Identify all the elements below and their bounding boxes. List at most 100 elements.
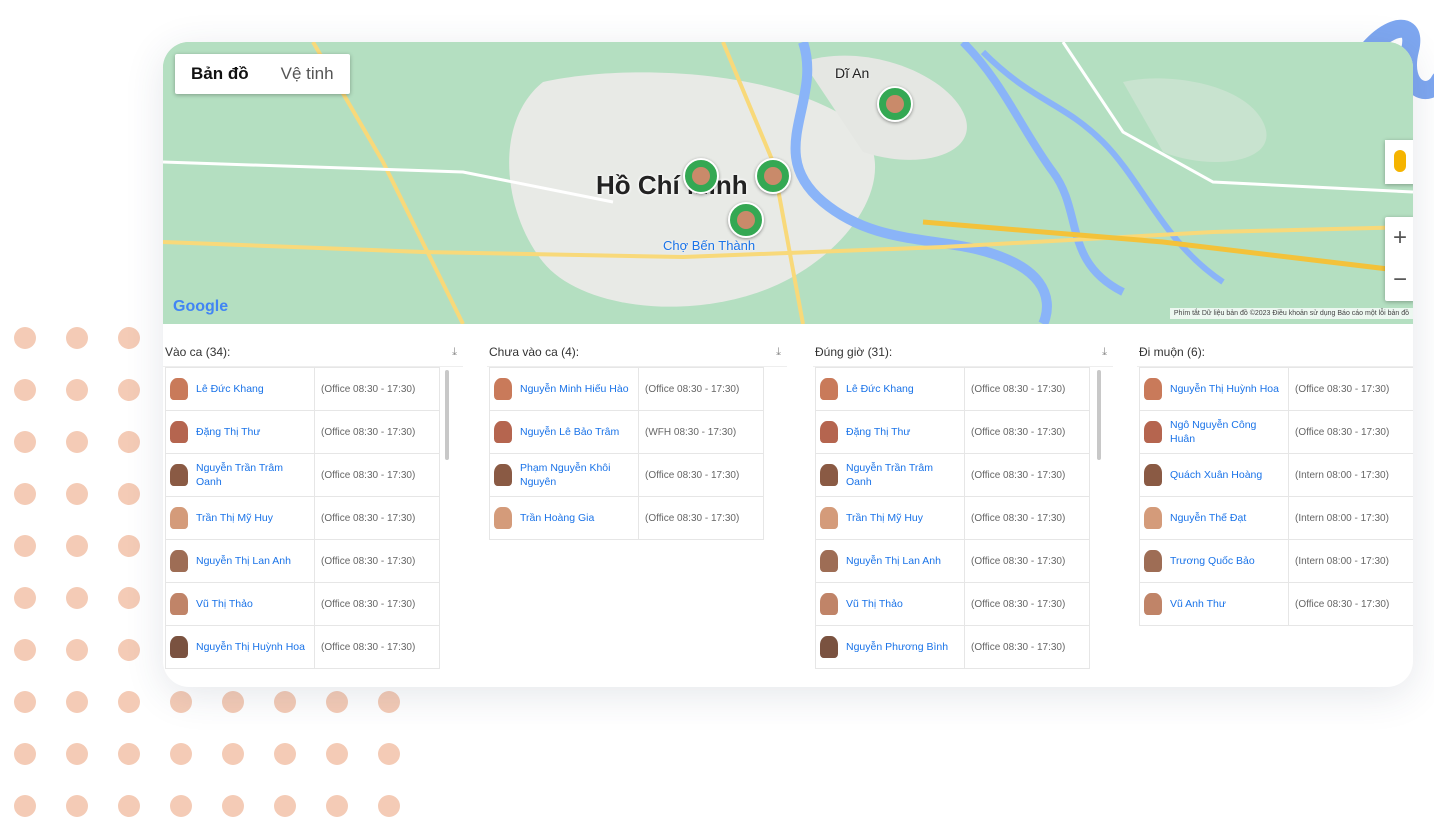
employee-name-link[interactable]: Vũ Thị Thảo (846, 597, 903, 611)
decor-dot (222, 691, 244, 713)
employee-name-link[interactable]: Nguyễn Trần Trâm Oanh (196, 461, 310, 489)
employee-name-link[interactable]: Trần Hoàng Gia (520, 511, 594, 525)
employee-cell: Ngô Nguyễn Công Huân (1139, 410, 1289, 454)
employee-name-link[interactable]: Trần Thị Mỹ Huy (196, 511, 273, 525)
employee-cell: Trần Thị Mỹ Huy (815, 496, 965, 540)
employee-name-link[interactable]: Nguyễn Thị Lan Anh (846, 554, 941, 568)
avatar (820, 550, 838, 572)
shift-time: (Office 08:30 - 17:30) (964, 625, 1090, 669)
employee-map-pin[interactable] (877, 86, 913, 122)
employee-cell: Nguyễn Thị Huỳnh Hoa (165, 625, 315, 669)
avatar (170, 593, 188, 615)
employee-name-link[interactable]: Trần Thị Mỹ Huy (846, 511, 923, 525)
employee-name-link[interactable]: Nguyễn Thị Huỳnh Hoa (196, 640, 305, 654)
download-icon[interactable]: ⤓ (1102, 346, 1107, 359)
employee-name-link[interactable]: Nguyễn Minh Hiếu Hào (520, 382, 629, 396)
landmark-label: Chợ Bến Thành (663, 238, 756, 253)
download-icon[interactable]: ⤓ (452, 346, 457, 359)
table-row: Trần Thị Mỹ Huy (Office 08:30 - 17:30) (815, 496, 1090, 540)
decor-dot (378, 691, 400, 713)
shift-time: (Office 08:30 - 17:30) (314, 496, 440, 540)
employee-name-link[interactable]: Vũ Anh Thư (1170, 597, 1226, 611)
shift-time: (Office 08:30 - 17:30) (964, 496, 1090, 540)
decor-dot (118, 743, 140, 765)
map-attribution[interactable]: Phím tắt Dữ liệu bản đồ ©2023 Điều khoản… (1169, 308, 1413, 319)
employee-cell: Nguyễn Trần Trâm Oanh (165, 453, 315, 497)
scrollbar[interactable] (1097, 370, 1101, 460)
employee-name-link[interactable]: Đặng Thị Thư (196, 425, 260, 439)
map-tab[interactable]: Bản đồ (175, 54, 265, 94)
decor-dot (118, 379, 140, 401)
employee-name-link[interactable]: Nguyễn Thế Đạt (1170, 511, 1246, 525)
employee-cell: Nguyễn Trần Trâm Oanh (815, 453, 965, 497)
decor-dot (170, 795, 192, 817)
table-row: Nguyễn Trần Trâm Oanh (Office 08:30 - 17:… (165, 453, 440, 497)
shift-time: (Office 08:30 - 17:30) (964, 539, 1090, 583)
street-view-pegman-icon[interactable] (1385, 140, 1413, 184)
decor-dot (66, 535, 88, 557)
employee-cell: Đặng Thị Thư (815, 410, 965, 454)
employee-cell: Quách Xuân Hoàng (1139, 453, 1289, 497)
employee-cell: Nguyễn Lê Bảo Trâm (489, 410, 639, 454)
zoom-out-button[interactable]: − (1385, 259, 1413, 301)
scrollbar[interactable] (445, 370, 449, 460)
satellite-tab[interactable]: Vệ tinh (265, 54, 350, 94)
employee-name-link[interactable]: Lê Đức Khang (196, 382, 264, 396)
shift-time: (Office 08:30 - 17:30) (638, 496, 764, 540)
decor-dot (14, 743, 36, 765)
employee-cell: Nguyễn Thị Lan Anh (165, 539, 315, 583)
shift-time: (Office 08:30 - 17:30) (1288, 410, 1413, 454)
download-icon[interactable]: ⤓ (776, 346, 781, 359)
avatar (1144, 550, 1162, 572)
avatar (1144, 421, 1162, 443)
decor-dot (118, 483, 140, 505)
decor-dot (66, 587, 88, 609)
avatar (170, 550, 188, 572)
employee-cell: Vũ Thị Thảo (165, 582, 315, 626)
employee-map-pin[interactable] (683, 158, 719, 194)
employee-table: Nguyễn Thị Huỳnh Hoa (Office 08:30 - 17:3… (1139, 367, 1413, 626)
decor-dot (326, 743, 348, 765)
employee-name-link[interactable]: Nguyễn Thị Huỳnh Hoa (1170, 382, 1279, 396)
employee-name-link[interactable]: Nguyễn Thị Lan Anh (196, 554, 291, 568)
table-row: Nguyễn Thị Huỳnh Hoa (Office 08:30 - 17:3… (165, 625, 440, 669)
avatar (1144, 464, 1162, 486)
decor-dot (66, 327, 88, 349)
avatar (820, 507, 838, 529)
decor-dot (66, 691, 88, 713)
employee-name-link[interactable]: Nguyễn Lê Bảo Trâm (520, 425, 619, 439)
employee-cell: Vũ Thị Thảo (815, 582, 965, 626)
employee-cell: Trần Hoàng Gia (489, 496, 639, 540)
table-row: Vũ Thị Thảo (Office 08:30 - 17:30) (165, 582, 440, 626)
avatar (494, 507, 512, 529)
decor-dot (14, 327, 36, 349)
zoom-in-button[interactable]: + (1385, 217, 1413, 259)
employee-name-link[interactable]: Nguyễn Trần Trâm Oanh (846, 461, 960, 489)
avatar (170, 507, 188, 529)
table-row: Nguyễn Lê Bảo Trâm (WFH 08:30 - 17:30) (489, 410, 764, 454)
avatar (820, 464, 838, 486)
employee-name-link[interactable]: Vũ Thị Thảo (196, 597, 253, 611)
avatar (820, 636, 838, 658)
zoom-control: + − (1385, 217, 1413, 301)
employee-name-link[interactable]: Quách Xuân Hoàng (1170, 468, 1262, 482)
employee-name-link[interactable]: Ngô Nguyễn Công Huân (1170, 418, 1284, 446)
employee-name-link[interactable]: Lê Đức Khang (846, 382, 914, 396)
decor-dot (326, 795, 348, 817)
employee-map-pin[interactable] (755, 158, 791, 194)
map-view[interactable]: Bản đồ Vệ tinh Dĩ An Hồ Chí Minh Chợ Bến… (163, 42, 1413, 324)
employee-name-link[interactable]: Đặng Thị Thư (846, 425, 910, 439)
employee-map-pin[interactable] (728, 202, 764, 238)
decor-dot (274, 795, 296, 817)
avatar (170, 464, 188, 486)
decor-dot (222, 795, 244, 817)
avatar (1144, 507, 1162, 529)
employee-name-link[interactable]: Phạm Nguyễn Khôi Nguyên (520, 461, 634, 489)
employee-name-link[interactable]: Nguyễn Phương Bình (846, 640, 948, 654)
employee-cell: Đặng Thị Thư (165, 410, 315, 454)
shift-time: (Intern 08:00 - 17:30) (1288, 453, 1413, 497)
panel-late: Đi muộn (6): Nguyễn Thị Huỳnh Hoa (Office… (1137, 338, 1413, 687)
shift-time: (Office 08:30 - 17:30) (314, 410, 440, 454)
table-row: Nguyễn Thế Đạt (Intern 08:00 - 17:30) (1139, 496, 1413, 540)
employee-name-link[interactable]: Trương Quốc Bảo (1170, 554, 1255, 568)
